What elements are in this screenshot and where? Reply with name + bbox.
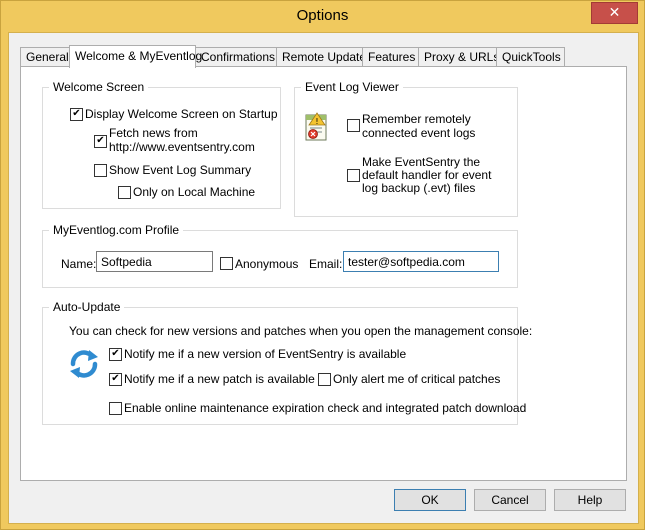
help-button[interactable]: Help	[554, 489, 626, 511]
remember-remote-label-line1[interactable]: Remember remotely	[362, 112, 471, 126]
only-local-label[interactable]: Only on Local Machine	[133, 185, 255, 199]
tab-features[interactable]: Features	[362, 47, 419, 67]
name-label: Name:	[61, 257, 97, 271]
auto-update-legend: Auto-Update	[49, 300, 125, 314]
email-label: Email:	[309, 257, 343, 271]
dialog-client-area: General Welcome & MyEventlog Confirmatio…	[8, 32, 639, 524]
default-handler-label-line2[interactable]: default handler for event	[362, 168, 491, 182]
notify-version-checkbox[interactable]	[109, 348, 122, 361]
only-local-checkbox[interactable]	[118, 186, 131, 199]
tab-proxy-urls[interactable]: Proxy & URLs	[418, 47, 499, 67]
tab-welcome-myeventlog[interactable]: Welcome & MyEventlog	[69, 45, 202, 68]
name-input[interactable]: Softpedia	[96, 251, 213, 272]
window-title: Options	[296, 7, 349, 24]
tab-general[interactable]: General	[20, 47, 70, 67]
profile-group: MyEventlog.com Profile Name: Softpedia A…	[42, 223, 518, 288]
fetch-news-checkbox[interactable]	[94, 135, 107, 148]
tab-confirmations[interactable]: Confirmations	[195, 47, 277, 67]
auto-update-group: Auto-Update You can check for new versio…	[42, 300, 532, 425]
close-button[interactable]: ✕	[591, 2, 638, 24]
title-bar[interactable]: Options ✕	[1, 1, 644, 32]
welcome-screen-group: Welcome Screen Display Welcome Screen on…	[42, 80, 281, 209]
remember-remote-checkbox[interactable]	[347, 119, 360, 132]
critical-only-label[interactable]: Only alert me of critical patches	[333, 372, 500, 386]
svg-text:!: !	[315, 117, 318, 126]
cancel-button[interactable]: Cancel	[474, 489, 546, 511]
tab-remote-update[interactable]: Remote Update	[276, 47, 366, 67]
event-log-icon: !	[305, 112, 327, 141]
show-summary-label[interactable]: Show Event Log Summary	[109, 163, 251, 177]
event-log-viewer-legend: Event Log Viewer	[301, 80, 403, 94]
default-handler-checkbox[interactable]	[347, 169, 360, 182]
ok-button[interactable]: OK	[394, 489, 466, 511]
auto-update-intro: You can check for new versions and patch…	[69, 324, 533, 338]
fetch-news-label-line2[interactable]: http://www.eventsentry.com	[109, 140, 255, 154]
critical-only-checkbox[interactable]	[318, 373, 331, 386]
display-welcome-checkbox[interactable]	[70, 108, 83, 121]
welcome-screen-legend: Welcome Screen	[49, 80, 149, 94]
remember-remote-label-line2[interactable]: connected event logs	[362, 126, 475, 140]
notify-patch-label[interactable]: Notify me if a new patch is available	[124, 372, 315, 386]
tab-panel-welcome: Welcome Screen Display Welcome Screen on…	[20, 66, 627, 481]
event-log-viewer-group: Event Log Viewer ! Remember remotely con…	[294, 80, 518, 217]
notify-version-label[interactable]: Notify me if a new version of EventSentr…	[124, 347, 406, 361]
display-welcome-label[interactable]: Display Welcome Screen on Startup	[85, 107, 278, 121]
default-handler-label-line3[interactable]: log backup (.evt) files	[362, 181, 475, 195]
default-handler-label-line1[interactable]: Make EventSentry the	[362, 155, 480, 169]
maintenance-check-checkbox[interactable]	[109, 402, 122, 415]
update-arrows-icon	[70, 350, 98, 378]
profile-legend: MyEventlog.com Profile	[49, 223, 184, 237]
show-summary-checkbox[interactable]	[94, 164, 107, 177]
tab-quicktools[interactable]: QuickTools	[496, 47, 565, 67]
anonymous-label[interactable]: Anonymous	[235, 257, 298, 271]
notify-patch-checkbox[interactable]	[109, 373, 122, 386]
close-icon: ✕	[608, 4, 621, 20]
options-window: Options ✕ General Welcome & MyEventlog C…	[0, 0, 645, 530]
maintenance-check-label[interactable]: Enable online maintenance expiration che…	[124, 401, 526, 415]
email-input[interactable]: tester@softpedia.com	[343, 251, 499, 272]
anonymous-checkbox[interactable]	[220, 257, 233, 270]
fetch-news-label-line1[interactable]: Fetch news from	[109, 126, 198, 140]
